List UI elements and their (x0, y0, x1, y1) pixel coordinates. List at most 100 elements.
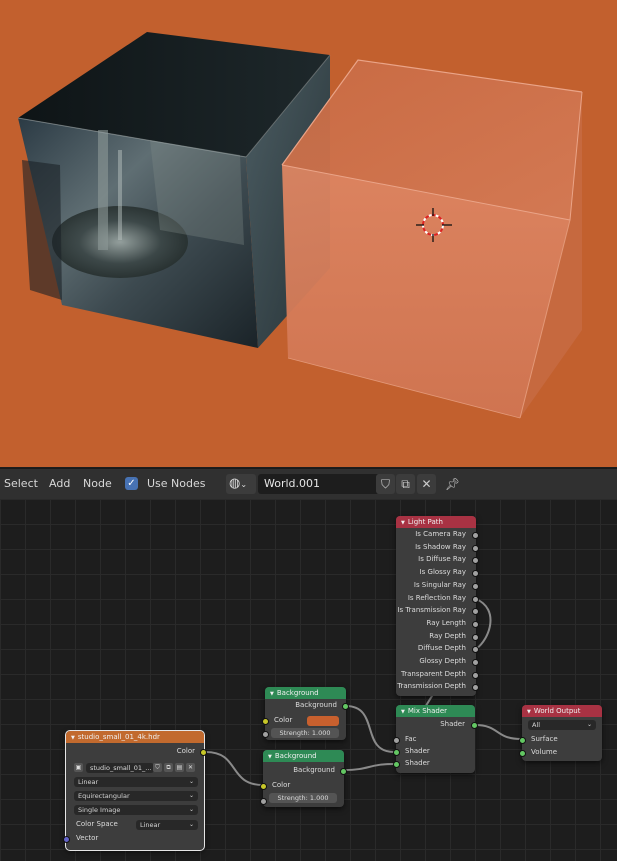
output-is-glossy-ray-label: Is Glossy Ray (419, 568, 466, 577)
output-background-label: Background (295, 701, 337, 709)
input-vector-socket[interactable] (63, 836, 70, 843)
input-color-socket[interactable] (260, 783, 267, 790)
fake-user-button[interactable]: ⛉ (376, 474, 395, 494)
output-transparent-depth-label: Transparent Depth (401, 669, 466, 678)
pin-button[interactable]: 📌︎ (443, 474, 462, 494)
color-space-label: Color Space (76, 820, 118, 828)
chevron-down-icon: ⌄ (586, 721, 592, 728)
output-is-shadow-ray-socket[interactable] (472, 544, 479, 552)
output-color-socket[interactable] (200, 749, 207, 756)
pin-icon: 📌︎ (444, 477, 461, 491)
chevron-down-icon: ⌄ (188, 778, 194, 785)
output-is-diffuse-ray-label: Is Diffuse Ray (418, 555, 466, 564)
color-space-value: Linear (140, 821, 161, 829)
menu-select[interactable]: Select (4, 477, 38, 490)
input-volume-socket[interactable] (519, 750, 526, 757)
world-browse-button[interactable]: ◍⌄ (226, 474, 256, 494)
interpolation-dropdown[interactable]: Linear ⌄ (74, 777, 198, 787)
input-color-socket[interactable] (262, 718, 269, 725)
strength-field[interactable]: Strength: 1.000 (271, 728, 339, 738)
environment-texture-node[interactable]: ▼ studio_small_01_4k.hdr Color ▣ studio_s… (63, 730, 207, 851)
chevron-down-icon: ⌄ (188, 821, 194, 828)
target-value: All (532, 721, 541, 729)
collapse-arrow-icon[interactable]: ▼ (71, 735, 75, 741)
close-icon[interactable]: ✕ (186, 763, 195, 772)
shield-icon: ⛉ (380, 477, 390, 491)
menu-add[interactable]: Add (49, 477, 70, 490)
output-background-socket[interactable] (342, 703, 349, 710)
world-name-field[interactable]: World.001 (258, 474, 380, 494)
output-transmission-depth-label: Transmission Depth (397, 682, 466, 691)
input-strength-socket[interactable] (260, 798, 267, 805)
open-file-icon[interactable]: ▤ (175, 763, 184, 772)
input-volume-label: Volume (531, 748, 558, 756)
output-diffuse-depth-label: Diffuse Depth (417, 644, 466, 653)
node-header[interactable]: ▼ World Output (522, 705, 602, 717)
light-path-node[interactable]: ▼ Light Path Is Camera Ray Is Shadow Ray Is… (396, 516, 479, 696)
output-background-socket[interactable] (340, 768, 347, 775)
input-fac-socket[interactable] (393, 737, 400, 744)
output-is-transmission-ray-label: Is Transmission Ray (397, 606, 466, 615)
output-glossy-depth-socket[interactable] (472, 659, 479, 666)
input-shader-2-label: Shader (405, 759, 430, 767)
node-title: studio_small_01_4k.hdr (77, 733, 160, 741)
output-ray-depth-label: Ray Depth (429, 631, 466, 640)
output-is-camera-ray-socket[interactable] (472, 532, 479, 539)
background-node-2[interactable]: ▼ Background Background Color Strength: 1… (260, 750, 347, 807)
collapse-arrow-icon[interactable]: ▼ (270, 691, 274, 697)
node-title: Background (274, 752, 317, 760)
duplicate-icon[interactable]: ⧉ (164, 763, 173, 772)
node-header[interactable]: ▼ studio_small_01_4k.hdr (66, 731, 204, 743)
node-header[interactable]: ▼ Mix Shader (396, 705, 475, 717)
image-icon[interactable]: ▣ (74, 763, 83, 772)
output-is-reflection-ray-socket[interactable] (472, 595, 479, 603)
chevron-down-icon: ⌄ (240, 480, 248, 489)
projection-dropdown[interactable]: Equirectangular ⌄ (74, 791, 198, 801)
fake-user-icon[interactable]: ⛉ (153, 763, 162, 772)
collapse-arrow-icon[interactable]: ▼ (401, 709, 405, 715)
color-swatch[interactable] (307, 716, 339, 726)
output-is-shadow-ray-label: Is Shadow Ray (415, 542, 466, 551)
strength-field[interactable]: Strength: 1.000 (269, 793, 337, 803)
output-shader-socket[interactable] (471, 722, 478, 729)
output-ray-length-label: Ray Length (426, 618, 466, 627)
output-background-label: Background (293, 766, 335, 774)
world-output-node[interactable]: ▼ World Output All ⌄ Surface Volume (519, 705, 602, 761)
input-surface-socket[interactable] (519, 737, 526, 744)
mix-shader-node[interactable]: ▼ Mix Shader Shader Fac Shader Shader (393, 705, 478, 773)
image-name-field[interactable]: studio_small_01_... (86, 763, 154, 773)
output-color-label: Color (176, 747, 195, 755)
output-transparent-depth-socket[interactable] (472, 671, 479, 679)
input-color-label: Color (274, 716, 293, 724)
node-header[interactable]: ▼ Background (263, 750, 344, 762)
menu-node[interactable]: Node (83, 477, 112, 490)
input-strength-socket[interactable] (262, 731, 269, 738)
viewport-scene (17, 32, 583, 419)
link-background1-to-mix (345, 705, 395, 753)
collapse-arrow-icon[interactable]: ▼ (268, 754, 272, 760)
output-ray-length-socket[interactable] (472, 620, 479, 628)
source-dropdown[interactable]: Single Image ⌄ (74, 805, 198, 815)
source-value: Single Image (78, 806, 121, 814)
3d-viewport[interactable] (0, 0, 617, 467)
glass-cube[interactable] (281, 59, 583, 419)
unlink-world-button[interactable]: ✕ (417, 474, 436, 494)
node-header[interactable]: ▼ Background (265, 687, 346, 699)
node-title: World Output (533, 707, 581, 715)
use-nodes-label: Use Nodes (147, 477, 206, 490)
output-is-singular-ray-socket[interactable] (472, 582, 479, 590)
output-ray-depth-socket[interactable] (472, 633, 479, 641)
node-header[interactable]: ▼ Light Path (396, 516, 476, 528)
target-dropdown[interactable]: All ⌄ (528, 720, 596, 730)
background-node-1[interactable]: ▼ Background Background Color Strength: 1… (262, 687, 349, 740)
input-shader-2-socket[interactable] (393, 761, 400, 768)
link-env-to-background2 (205, 751, 264, 786)
color-space-dropdown[interactable]: Linear ⌄ (136, 820, 198, 830)
duplicate-world-button[interactable]: ⧉ (396, 474, 415, 494)
input-fac-label: Fac (405, 735, 417, 743)
node-canvas[interactable]: ▼ studio_small_01_4k.hdr Color ▣ studio_s… (0, 499, 617, 861)
collapse-arrow-icon[interactable]: ▼ (527, 709, 531, 715)
input-shader-1-socket[interactable] (393, 749, 400, 756)
use-nodes-checkbox[interactable]: ✓ (125, 477, 138, 490)
collapse-arrow-icon[interactable]: ▼ (401, 520, 405, 526)
